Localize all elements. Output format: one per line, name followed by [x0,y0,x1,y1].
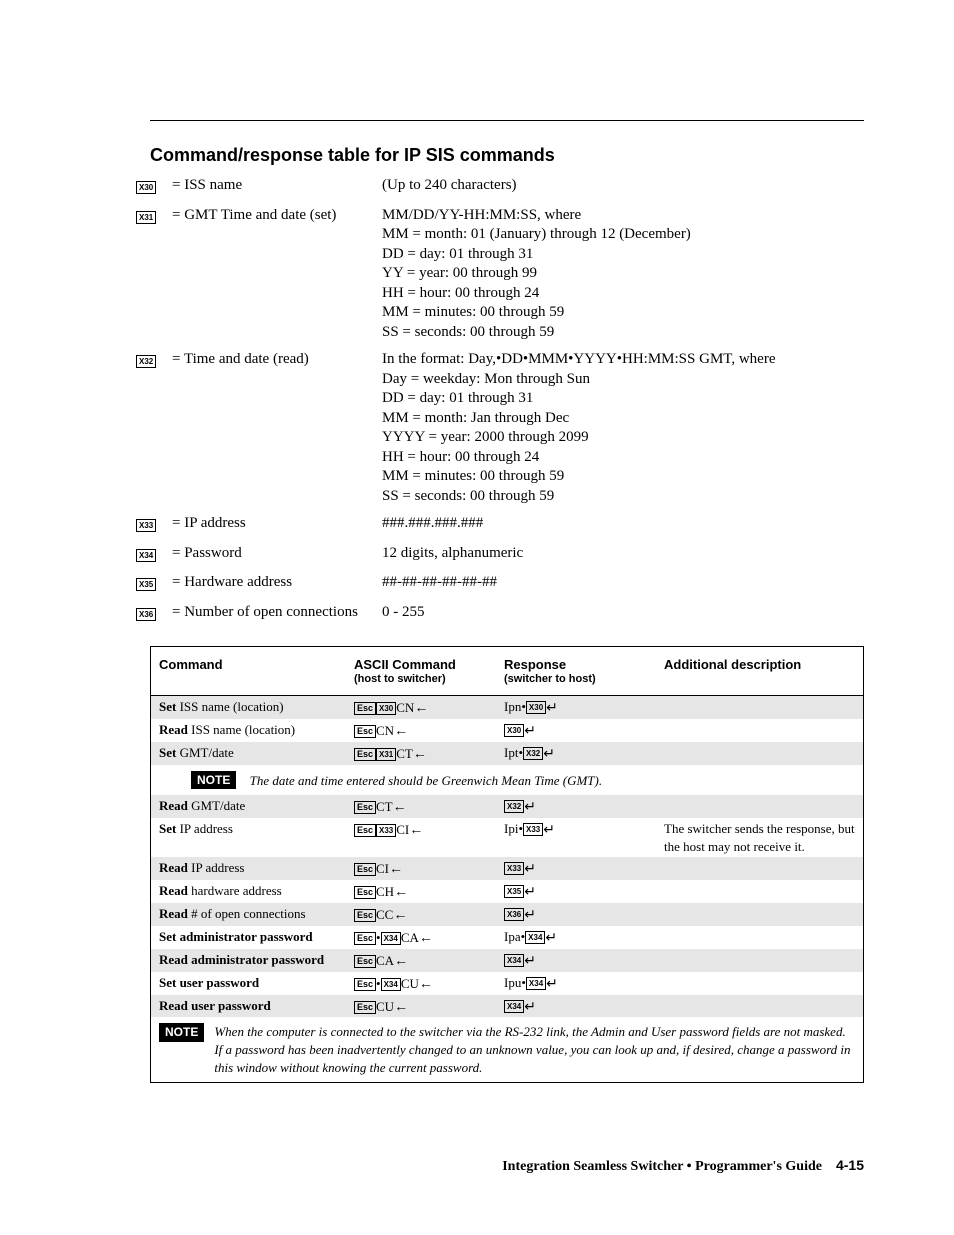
table-row: Read administrator password EscCA← X34↵ [151,949,863,972]
table-row: Set administrator password Esc•X34CA← Ip… [151,926,863,949]
var-row: X35 = Hardware address ##-##-##-##-##-## [136,573,864,595]
note-badge: NOTE [191,771,236,789]
table-row: Read hardware address EscCH← X35↵ [151,880,863,903]
note-badge: NOTE [159,1023,204,1041]
col-response: Response(switcher to host) [496,647,656,696]
col-additional: Additional description [656,647,863,696]
var-label: = Hardware address [162,573,382,593]
token-x32: X32 [136,355,156,368]
var-row: X32 = Time and date (read) In the format… [136,350,864,506]
token-x34: X34 [136,549,156,562]
var-desc: In the format: Day,•DD•MMM•YYYY•HH:MM:SS… [382,350,864,506]
col-ascii: ASCII Command(host to switcher) [346,647,496,696]
var-row: X31 = GMT Time and date (set) MM/DD/YY-H… [136,206,864,343]
var-row: X30 = ISS name (Up to 240 characters) [136,176,864,198]
table-row: Set ISS name (location) EscX30CN← Ipn•X3… [151,696,863,719]
section-title: Command/response table for IP SIS comman… [150,145,864,166]
table-row: Set user password Esc•X34CU← Ipu•X34↵ [151,972,863,995]
var-row: X33 = IP address ###.###.###.### [136,514,864,536]
page-footer: Integration Seamless Switcher • Programm… [502,1157,864,1175]
var-label: = GMT Time and date (set) [162,206,382,226]
table-header-row: Command ASCII Command(host to switcher) … [151,647,863,696]
table-row: Set IP address EscX33CI← Ipi•X33↵ The sw… [151,818,863,857]
var-row: X36 = Number of open connections 0 - 255 [136,603,864,625]
var-desc: (Up to 240 characters) [382,176,864,196]
table-row: Read GMT/date EscCT← X32↵ [151,795,863,818]
token-x36: X36 [136,608,156,621]
note-row: NOTE When the computer is connected to t… [151,1017,863,1082]
var-label: = Number of open connections [162,603,382,623]
command-table: Command ASCII Command(host to switcher) … [150,646,864,1083]
table-row: Read ISS name (location) EscCN← X30↵ [151,719,863,742]
token-x33: X33 [136,519,156,532]
var-desc: ##-##-##-##-##-## [382,573,864,593]
variable-list: X30 = ISS name (Up to 240 characters) X3… [150,176,864,624]
table-row: Set GMT/date EscX31CT← Ipt•X32↵ [151,742,863,765]
var-label: = Time and date (read) [162,350,382,370]
var-label: = IP address [162,514,382,534]
col-command: Command [151,647,346,696]
note-text: The date and time entered should be Gree… [250,773,603,788]
note-text: When the computer is connected to the sw… [214,1023,855,1076]
var-label: = Password [162,544,382,564]
var-row: X34 = Password 12 digits, alphanumeric [136,544,864,566]
table-row: Read user password EscCU← X34↵ [151,995,863,1018]
table-row: Read IP address EscCI← X33↵ [151,857,863,880]
note-row: NOTE The date and time entered should be… [151,765,863,796]
var-desc: MM/DD/YY-HH:MM:SS, where MM = month: 01 … [382,206,864,343]
table-row: Read # of open connections EscCC← X36↵ [151,903,863,926]
token-x31: X31 [136,211,156,224]
var-label: = ISS name [162,176,382,196]
var-desc: 0 - 255 [382,603,864,623]
token-x35: X35 [136,578,156,591]
token-x30: X30 [136,181,156,194]
var-desc: ###.###.###.### [382,514,864,534]
var-desc: 12 digits, alphanumeric [382,544,864,564]
